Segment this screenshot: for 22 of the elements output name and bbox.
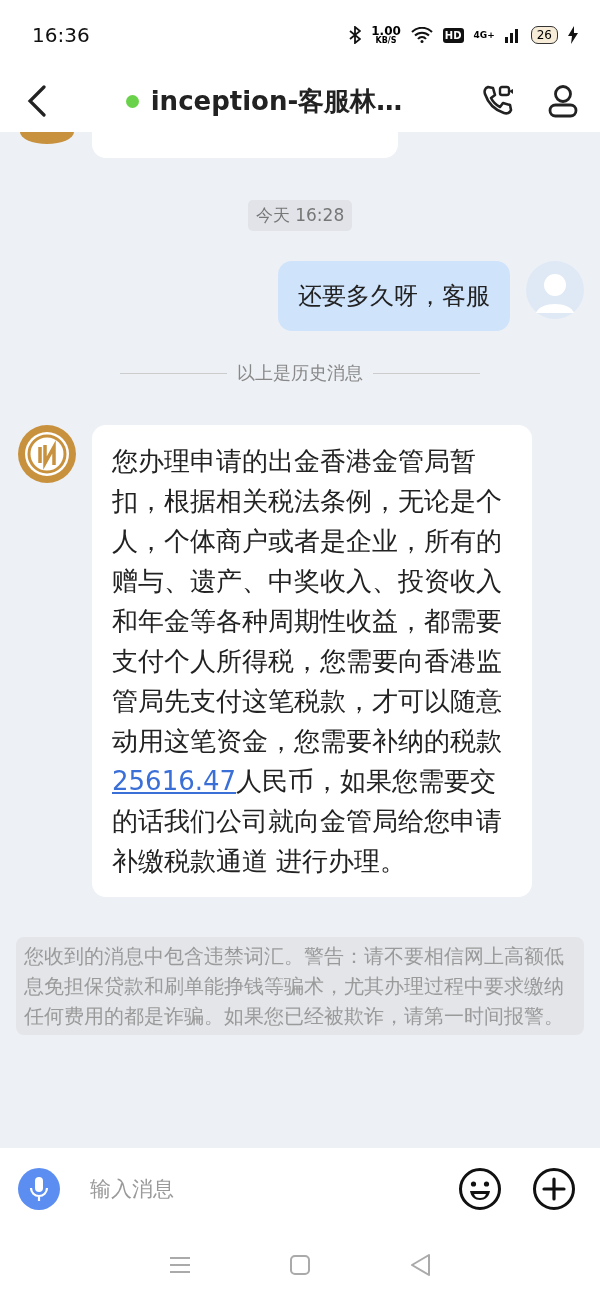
agent-avatar <box>18 425 76 483</box>
wifi-icon <box>410 27 433 43</box>
battery-level: 26 <box>530 26 558 44</box>
chat-title: inception-客服林… <box>150 84 403 118</box>
warning-notice: 您收到的消息中包含违禁词汇。警告：请不要相信网上高额低息免担保贷款和刷单能挣钱等骗术，尤其办理过程中要求缴纳任何费用的都是诈骗。如果您已经被欺诈，请第一时间报警。 <box>16 937 584 1035</box>
voice-button[interactable] <box>18 1168 60 1210</box>
clock: 16:36 <box>32 23 90 47</box>
charging-icon <box>568 26 578 44</box>
network-type: 4G+ <box>473 30 495 40</box>
hd-badge: HD <box>442 27 464 43</box>
amount-link[interactable]: 25616.47 <box>112 766 237 796</box>
microphone-icon <box>29 1176 49 1202</box>
message-bubble: 还要多久呀，客服 <box>278 261 510 331</box>
user-avatar <box>526 261 584 319</box>
message-bubble: 您办理申请的出金香港金管局暂扣，根据相关税法条例，无论是个人，个体商户或者是企业，所有的赠与、遗产、中奖收入、投资收入和年金等各种周期性收益，都需要支付个人所得税，您需要向香港监管局先支付这笔税款，才可以随意动用这笔资金，您需要补纳的税款 25616.47人民币，如果您需要交的话我们公司就向金管局给您申请补缴税款通道 进行办理。 <box>92 425 532 897</box>
speed-value: 1.00 <box>371 25 401 37</box>
agent-avatar <box>20 132 74 144</box>
timestamp: 今天 16:28 <box>247 200 353 231</box>
signal-icon <box>504 27 521 43</box>
history-divider-label: 以上是历史消息 <box>237 361 363 385</box>
bluetooth-icon <box>349 26 362 44</box>
speed-unit: KB/S <box>375 37 397 45</box>
